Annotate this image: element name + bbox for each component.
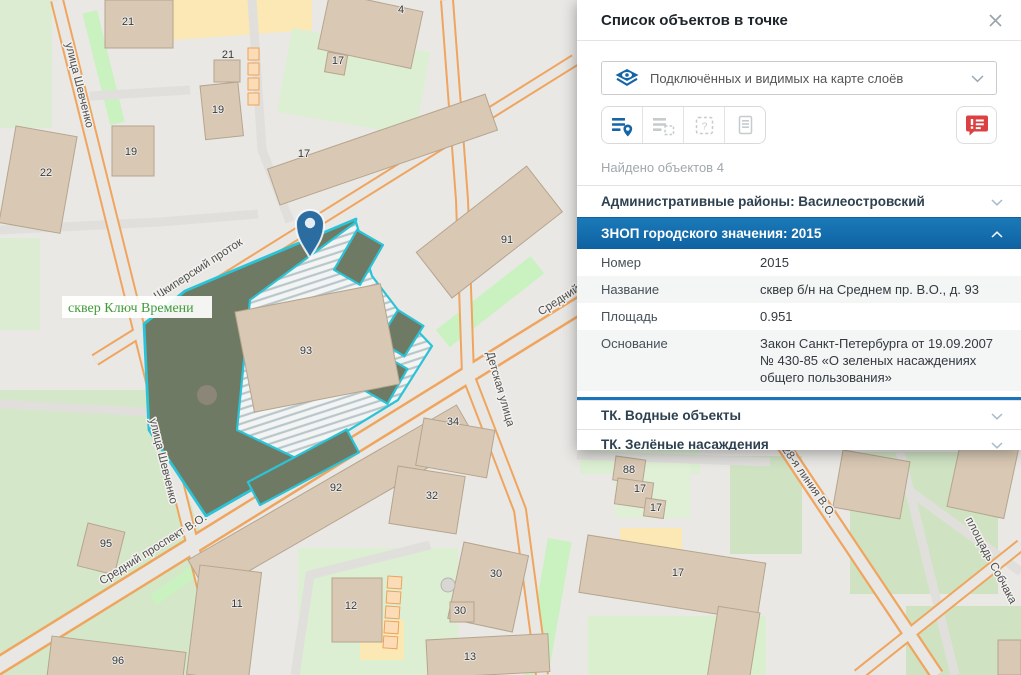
app-root: 21 21 19 19 22 17 4 17 91 93 92 95 96 11 12 32 30 30 13 34 8… (0, 0, 1021, 675)
problem-report-icon (965, 114, 989, 136)
detail-value: 2015 (760, 254, 997, 271)
building-number-label: 88 (623, 464, 635, 476)
identify-rectangle-button[interactable]: ? (683, 107, 724, 143)
building-number-label: 93 (300, 345, 312, 357)
poi-label-text: сквер Ключ Времени (68, 301, 194, 316)
group-label: ЗНОП городского значения: 2015 (601, 226, 821, 241)
building-number-label: 13 (464, 651, 476, 663)
building-number-label: 11 (231, 598, 242, 610)
tool-group: ? (601, 106, 766, 144)
fountain-circle (197, 385, 217, 405)
building-number-label: 17 (298, 148, 310, 160)
svg-text:?: ? (701, 120, 707, 132)
building-number-label: 96 (112, 655, 124, 667)
building-number-label: 4 (398, 4, 404, 16)
chevron-down-icon (991, 199, 1003, 206)
chevron-down-icon (991, 442, 1003, 449)
dashed-box-question-icon: ? (693, 114, 716, 137)
list-with-area-icon (652, 114, 675, 137)
building-number-label: 12 (345, 600, 357, 612)
layer-filter-label: Подключённых и видимых на карте слоёв (650, 71, 903, 86)
object-card-button[interactable] (724, 107, 765, 143)
detail-row: Название сквер б/н на Среднем пр. В.О., … (577, 276, 1021, 303)
building-number-label: 30 (490, 568, 502, 580)
detail-label: Название (601, 281, 760, 298)
document-icon (734, 114, 757, 137)
objects-at-point-button[interactable] (602, 107, 642, 143)
chevron-up-icon (991, 231, 1003, 238)
close-button[interactable] (985, 10, 1005, 30)
building-number-label: 17 (634, 483, 646, 495)
building-number-label: 95 (100, 538, 112, 550)
results-count: Найдено объектов 4 (601, 161, 997, 174)
group-row-znop[interactable]: ЗНОП городского значения: 2015 (577, 217, 1021, 249)
group-row-green-plantings[interactable]: ТК. Зелёные насаждения (577, 429, 1021, 450)
layer-filter-dropdown[interactable]: Подключённых и видимых на карте слоёв (601, 61, 997, 95)
group-label: ТК. Зелёные насаждения (601, 437, 769, 451)
building-number-label: 17 (650, 502, 662, 514)
detail-label: Основание (601, 335, 760, 386)
building-number-label: 21 (222, 49, 234, 61)
building-number-label: 19 (125, 146, 137, 158)
detail-row: Номер 2015 (577, 249, 1021, 276)
building-number-label: 91 (501, 234, 513, 246)
building-number-label: 17 (332, 55, 344, 67)
detail-row: Площадь 0.951 (577, 303, 1021, 330)
detail-value: сквер б/н на Среднем пр. В.О., д. 93 (760, 281, 997, 298)
building-number-label: 92 (330, 482, 342, 494)
building-number-label: 19 (212, 104, 224, 116)
poi-label: сквер Ключ Времени (62, 296, 212, 318)
detail-value: Закон Санкт-Петербурга от 19.09.2007 № 4… (760, 335, 997, 386)
group-row-water-objects[interactable]: ТК. Водные объекты (577, 400, 1021, 429)
panel-header: Список объектов в точке (577, 0, 1021, 41)
building-number-label: 34 (447, 416, 459, 428)
close-icon (988, 13, 1003, 28)
building-number-label: 17 (672, 567, 684, 579)
building-number-label: 32 (426, 490, 438, 502)
detail-value: 0.951 (760, 308, 997, 325)
chevron-down-icon (991, 413, 1003, 420)
detail-label: Номер (601, 254, 760, 271)
detail-label: Площадь (601, 308, 760, 325)
layers-eye-icon (614, 68, 640, 88)
building-number-label: 30 (454, 605, 466, 617)
panel-title: Список объектов в точке (601, 12, 985, 29)
toolbar: ? (601, 106, 997, 144)
building-number-label: 22 (40, 167, 52, 179)
object-details: Номер 2015 Название сквер б/н на Среднем… (577, 249, 1021, 391)
group-label: ТК. Водные объекты (601, 408, 741, 423)
group-label: Административные районы: Василеостровски… (601, 194, 925, 209)
group-row-admin-districts[interactable]: Административные районы: Василеостровски… (577, 185, 1021, 217)
report-problem-button[interactable] (956, 106, 997, 144)
building-number-label: 21 (122, 16, 134, 28)
chevron-down-icon (971, 75, 984, 83)
detail-row: Основание Закон Санкт-Петербурга от 19.0… (577, 330, 1021, 391)
results-panel: Список объектов в точке Подключённых и в… (577, 0, 1021, 450)
objects-in-area-button[interactable] (642, 107, 683, 143)
list-with-pin-icon (611, 114, 634, 137)
